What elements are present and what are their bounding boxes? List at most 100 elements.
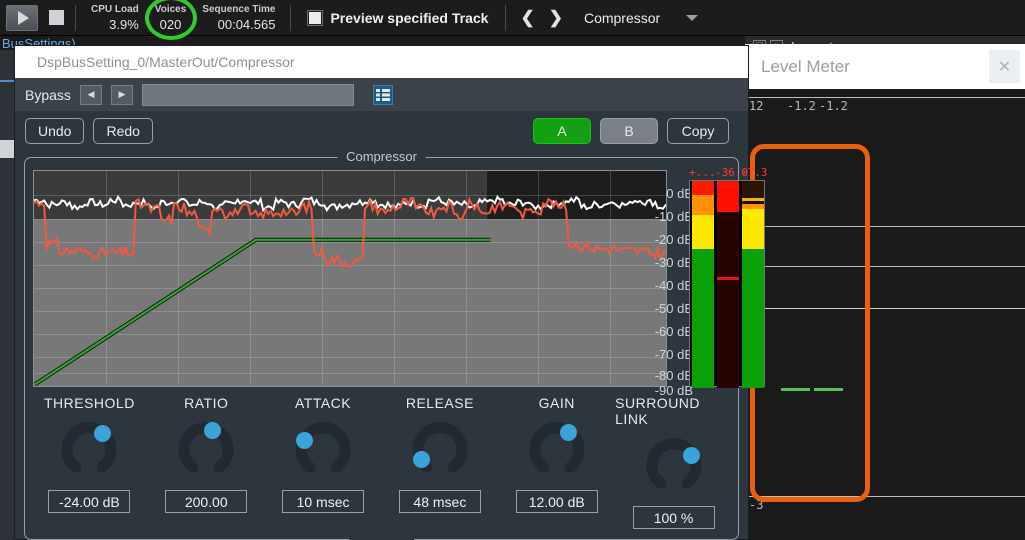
sequence-time-value: 00:04.565: [217, 16, 276, 32]
knob-value[interactable]: 10 msec: [282, 490, 365, 513]
knob-value[interactable]: 48 msec: [398, 490, 481, 513]
meter-center-peak: [717, 277, 739, 280]
toolbar-preset-name: Compressor: [583, 9, 661, 26]
db-tick: -70 dB: [654, 347, 693, 362]
copy-button[interactable]: Copy: [667, 118, 729, 144]
compressor-group: Compressor 0 dB -10 dB -20 dB -30 dB -40…: [24, 149, 768, 540]
knob-dial[interactable]: [294, 421, 352, 479]
meter-label-2: -36.0: [715, 166, 749, 179]
lm-value-right: -1.2: [819, 99, 848, 113]
meter-left: [692, 181, 714, 388]
compressor-plugin-dialog: DspBusSetting_0/MasterOut/Compressor Byp…: [14, 45, 768, 540]
knob-indicator: [559, 424, 577, 442]
undo-redo-ab-row: Undo Redo A B Copy: [15, 111, 748, 151]
redo-button[interactable]: Redo: [93, 118, 153, 144]
db-tick: -30 dB: [654, 255, 693, 270]
knob-surround-link: SURROUND LINK 100 %: [615, 395, 732, 529]
chevron-right-icon[interactable]: ❯: [542, 8, 570, 28]
divider: [505, 4, 507, 31]
meter-value-labels: +... -36.0 -7.3: [689, 166, 769, 179]
sequence-time: Sequence Time 00:04.565: [194, 1, 283, 35]
knob-indicator: [204, 421, 222, 439]
db-tick: -60 dB: [654, 324, 693, 339]
db-tick: -50 dB: [654, 301, 693, 316]
cpu-load-label: CPU Load: [91, 3, 139, 15]
meter-label-1: +...: [689, 166, 716, 179]
knob-label: RELEASE: [405, 395, 474, 411]
preview-track-toggle[interactable]: Preview specified Track: [298, 9, 498, 26]
chevron-down-icon[interactable]: [686, 14, 699, 21]
checkbox-icon[interactable]: [307, 9, 324, 26]
close-icon[interactable]: ✕: [989, 50, 1020, 83]
knob-gain: GAIN 12.00 dB: [498, 395, 615, 529]
host-left-strip: [0, 50, 14, 540]
host-toolbar: CPU Load 3.9% Voices 020 Sequence Time 0…: [0, 0, 1025, 40]
knob-dial[interactable]: [645, 437, 703, 495]
stop-icon: [48, 10, 64, 25]
knob-release: RELEASE 48 msec: [381, 395, 498, 529]
lm-tick-12: 12: [749, 99, 764, 113]
knob-attack: ATTACK 10 msec: [265, 395, 382, 529]
knob-label: RATIO: [184, 395, 229, 411]
sequence-time-label: Sequence Time: [202, 3, 276, 15]
knob-value[interactable]: 100 %: [632, 506, 715, 529]
db-tick: -80 dB: [654, 368, 693, 383]
bypass-toolbar: Bypass ◀ ▶: [15, 78, 748, 111]
ab-a-button[interactable]: A: [533, 118, 591, 144]
output-meters: [689, 180, 765, 388]
bypass-label[interactable]: Bypass: [25, 87, 71, 103]
knob-dial[interactable]: [528, 421, 586, 479]
cpu-load-meter: CPU Load 3.9%: [83, 1, 147, 35]
prev-preset-button[interactable]: ◀: [79, 84, 102, 105]
gridline: [745, 97, 1025, 98]
compressor-group-title: Compressor: [337, 149, 426, 164]
chevron-left-icon[interactable]: ❮: [513, 8, 541, 28]
knob-dial[interactable]: [60, 421, 118, 479]
undo-button[interactable]: Undo: [25, 118, 85, 144]
knob-label: ATTACK: [294, 395, 352, 411]
level-meter-titlebar: Level Meter ✕: [745, 44, 1025, 89]
level-meter-highlight: [750, 144, 870, 502]
host-left-fragment: [0, 140, 14, 158]
ab-b-button[interactable]: B: [600, 118, 658, 144]
knob-dial[interactable]: [177, 421, 235, 479]
meter-label-3: -7.3: [741, 166, 768, 179]
knob-label: GAIN: [538, 395, 575, 411]
meter-right: [742, 181, 764, 388]
play-button[interactable]: [6, 4, 38, 31]
knob-value[interactable]: 200.00: [165, 490, 248, 513]
stop-button[interactable]: [44, 6, 68, 30]
plugin-path: DspBusSetting_0/MasterOut/Compressor: [15, 46, 748, 78]
db-tick: -90 dB: [654, 383, 693, 398]
knob-threshold: THRESHOLD -24.00 dB: [31, 395, 148, 529]
db-tick: -20 dB: [654, 232, 693, 247]
compressor-graph[interactable]: [33, 170, 667, 387]
compressor-graph-area: 0 dB -10 dB -20 dB -30 dB -40 dB -50 dB …: [33, 166, 768, 398]
divider: [290, 4, 292, 31]
voices-label: Voices: [154, 3, 187, 15]
parameter-knobs: THRESHOLD -24.00 dB RATIO 200.00 ATTACK …: [25, 387, 738, 539]
level-meter-panel: Level Meter ✕ 12 6 3 0 -3 -1.2 -1.2: [745, 44, 1025, 540]
voices-value: 020: [159, 16, 182, 32]
cpu-load-value: 3.9%: [109, 16, 139, 32]
transport-controls: [0, 4, 68, 31]
knob-label: SURROUND LINK: [615, 395, 701, 427]
host-left-accent: [0, 80, 14, 82]
db-tick: -10 dB: [654, 209, 693, 224]
db-tick: -40 dB: [654, 278, 693, 293]
level-meter-body[interactable]: 12 6 3 0 -3 -1.2 -1.2: [745, 89, 1025, 540]
voices-meter: Voices 020: [144, 0, 197, 40]
play-icon: [18, 10, 29, 25]
knob-ratio: RATIO 200.00: [148, 395, 265, 529]
preview-track-label: Preview specified Track: [330, 9, 489, 26]
next-preset-button[interactable]: ▶: [110, 84, 133, 105]
knob-value[interactable]: 12.00 dB: [515, 490, 598, 513]
preset-field[interactable]: [141, 83, 354, 106]
meter-center: [717, 181, 739, 388]
divider: [75, 4, 76, 31]
lm-value-left: -1.2: [787, 99, 816, 113]
knob-label: THRESHOLD: [43, 395, 135, 411]
list-grid-icon[interactable]: [372, 84, 393, 105]
knob-dial[interactable]: [411, 421, 469, 479]
knob-value[interactable]: -24.00 dB: [48, 490, 131, 513]
